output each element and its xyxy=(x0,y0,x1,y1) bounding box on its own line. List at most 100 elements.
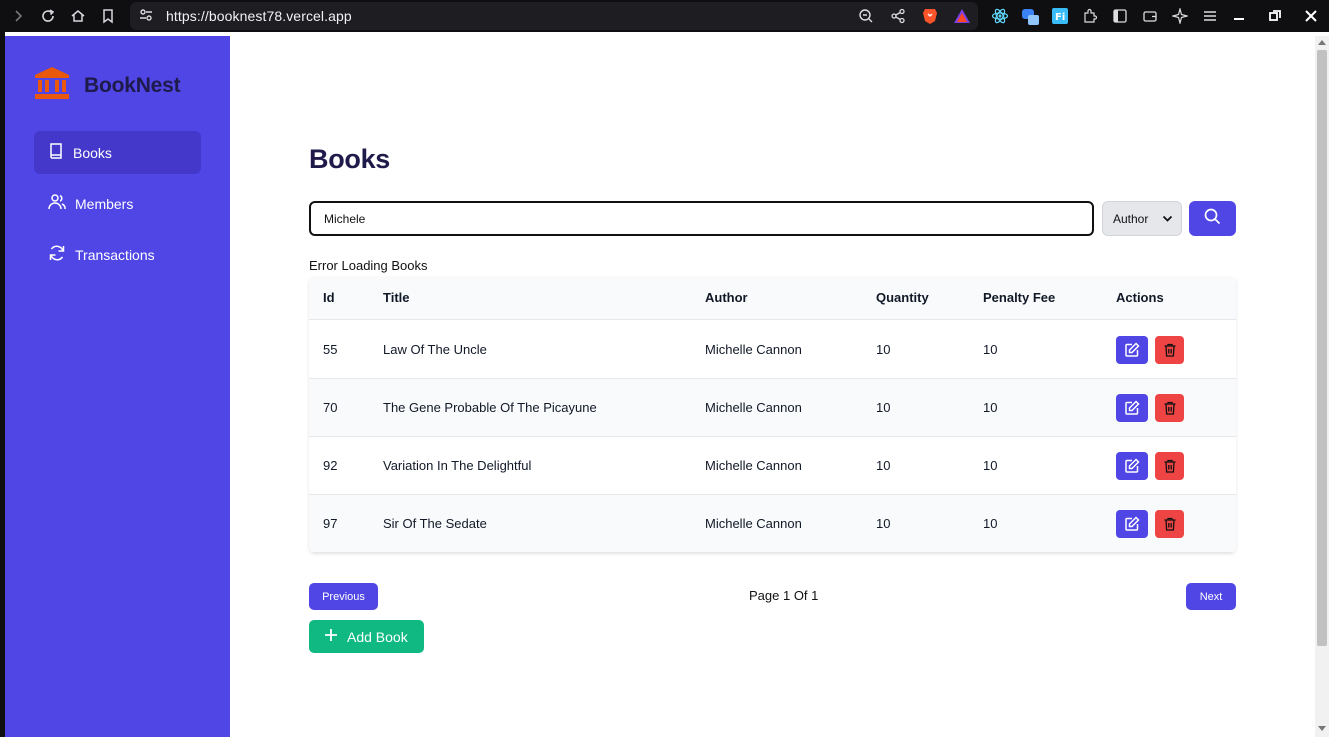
cell-quantity: 10 xyxy=(876,342,891,357)
cell-id: 55 xyxy=(323,342,338,357)
cell-penalty-fee: 10 xyxy=(983,400,998,415)
main-content: Books Author Error Loading Books Id Titl… xyxy=(230,36,1315,737)
react-devtools-icon[interactable] xyxy=(988,4,1012,28)
share-icon[interactable] xyxy=(886,4,910,28)
cell-id: 92 xyxy=(323,458,338,473)
next-button[interactable]: Next xyxy=(1186,583,1236,610)
cell-title: Sir Of The Sedate xyxy=(383,516,487,531)
delete-button[interactable] xyxy=(1155,452,1184,480)
extensions-icon[interactable] xyxy=(1078,4,1102,28)
table-row: 55 Law Of The Uncle Michelle Cannon 10 1… xyxy=(309,321,1236,379)
users-icon xyxy=(48,193,66,214)
trash-icon xyxy=(1164,517,1175,531)
cell-author: Michelle Cannon xyxy=(705,516,802,531)
refresh-icon xyxy=(48,244,66,265)
cell-title: Variation In The Delightful xyxy=(383,458,532,473)
sidebar-item-label: Books xyxy=(73,144,112,161)
sidebar-item-transactions[interactable]: Transactions xyxy=(34,233,201,276)
site-settings-icon[interactable] xyxy=(138,7,154,28)
delete-button[interactable] xyxy=(1155,336,1184,364)
edit-icon xyxy=(1125,458,1140,473)
close-window-icon[interactable] xyxy=(1299,4,1323,28)
column-header-id: Id xyxy=(323,290,335,305)
edit-button[interactable] xyxy=(1116,510,1148,538)
cell-id: 70 xyxy=(323,400,338,415)
table-row: 70 The Gene Probable Of The Picayune Mic… xyxy=(309,379,1236,437)
previous-button[interactable]: Previous xyxy=(309,583,378,610)
reload-icon[interactable] xyxy=(36,4,60,28)
scroll-up-arrow[interactable] xyxy=(1318,40,1326,45)
search-icon xyxy=(1204,208,1221,230)
search-input[interactable] xyxy=(309,201,1094,236)
edit-button[interactable] xyxy=(1116,452,1148,480)
sidebar: BookNest Books Members Transactions xyxy=(5,36,230,737)
column-header-penalty-fee: Penalty Fee xyxy=(983,290,1056,305)
page-info: Page 1 Of 1 xyxy=(749,588,819,603)
browser-toolbar: https://booknest78.vercel.app Fi xyxy=(0,0,1329,32)
column-header-quantity: Quantity xyxy=(876,290,929,305)
table-header: Id Title Author Quantity Penalty Fee Act… xyxy=(309,277,1236,320)
cell-title: The Gene Probable Of The Picayune xyxy=(383,400,597,415)
trash-icon xyxy=(1164,459,1175,473)
column-header-title: Title xyxy=(383,290,410,305)
extension-chat-icon[interactable] xyxy=(1018,4,1042,28)
brand[interactable]: BookNest xyxy=(34,66,181,105)
filter-selected-value: Author xyxy=(1113,211,1149,226)
url-text: https://booknest78.vercel.app xyxy=(166,8,352,24)
search-button[interactable] xyxy=(1189,201,1236,236)
plus-icon xyxy=(324,628,338,645)
page-title: Books xyxy=(309,144,391,174)
column-header-author: Author xyxy=(705,290,748,305)
page-scrollbar[interactable] xyxy=(1315,36,1329,737)
extension-fi-icon[interactable]: Fi xyxy=(1048,4,1072,28)
wallet-icon[interactable] xyxy=(1138,4,1162,28)
sidebar-toggle-icon[interactable] xyxy=(1108,4,1132,28)
scroll-down-arrow[interactable] xyxy=(1318,726,1326,731)
add-book-label: Add Book xyxy=(347,628,408,645)
cell-id: 97 xyxy=(323,516,338,531)
trash-icon xyxy=(1164,401,1175,415)
leo-ai-icon[interactable] xyxy=(1168,4,1192,28)
zoom-icon[interactable] xyxy=(854,4,878,28)
edit-icon xyxy=(1125,516,1140,531)
menu-icon[interactable] xyxy=(1198,4,1222,28)
rewards-icon[interactable] xyxy=(950,4,974,28)
cell-penalty-fee: 10 xyxy=(983,516,998,531)
delete-button[interactable] xyxy=(1155,394,1184,422)
scroll-thumb[interactable] xyxy=(1317,50,1327,646)
library-icon xyxy=(34,66,70,105)
chevron-down-icon xyxy=(1162,213,1173,227)
edit-icon xyxy=(1125,400,1140,415)
cell-author: Michelle Cannon xyxy=(705,458,802,473)
bookmark-icon[interactable] xyxy=(96,4,120,28)
brand-name: BookNest xyxy=(84,73,181,97)
cell-quantity: 10 xyxy=(876,458,891,473)
cell-penalty-fee: 10 xyxy=(983,458,998,473)
cell-title: Law Of The Uncle xyxy=(383,342,487,357)
search-filter-select[interactable]: Author xyxy=(1102,201,1182,236)
minimize-icon[interactable] xyxy=(1227,4,1251,28)
sidebar-item-label: Transactions xyxy=(75,246,155,263)
edit-button[interactable] xyxy=(1116,336,1148,364)
cell-author: Michelle Cannon xyxy=(705,342,802,357)
column-header-actions: Actions xyxy=(1116,290,1164,305)
cell-quantity: 10 xyxy=(876,400,891,415)
table-row: 97 Sir Of The Sedate Michelle Cannon 10 … xyxy=(309,495,1236,553)
brave-shield-icon[interactable] xyxy=(918,4,942,28)
cell-author: Michelle Cannon xyxy=(705,400,802,415)
edit-button[interactable] xyxy=(1116,394,1148,422)
sidebar-item-label: Members xyxy=(75,195,134,212)
forward-icon[interactable] xyxy=(6,4,30,28)
book-icon xyxy=(48,142,64,163)
error-message: Error Loading Books xyxy=(309,258,428,273)
restore-icon[interactable] xyxy=(1263,4,1287,28)
books-table: Id Title Author Quantity Penalty Fee Act… xyxy=(309,277,1236,553)
delete-button[interactable] xyxy=(1155,510,1184,538)
edit-icon xyxy=(1125,342,1140,357)
table-row: 92 Variation In The Delightful Michelle … xyxy=(309,437,1236,495)
address-bar[interactable]: https://booknest78.vercel.app xyxy=(130,2,978,30)
sidebar-item-members[interactable]: Members xyxy=(34,182,201,225)
sidebar-item-books[interactable]: Books xyxy=(34,131,201,174)
home-icon[interactable] xyxy=(66,4,90,28)
add-book-button[interactable]: Add Book xyxy=(309,620,424,653)
